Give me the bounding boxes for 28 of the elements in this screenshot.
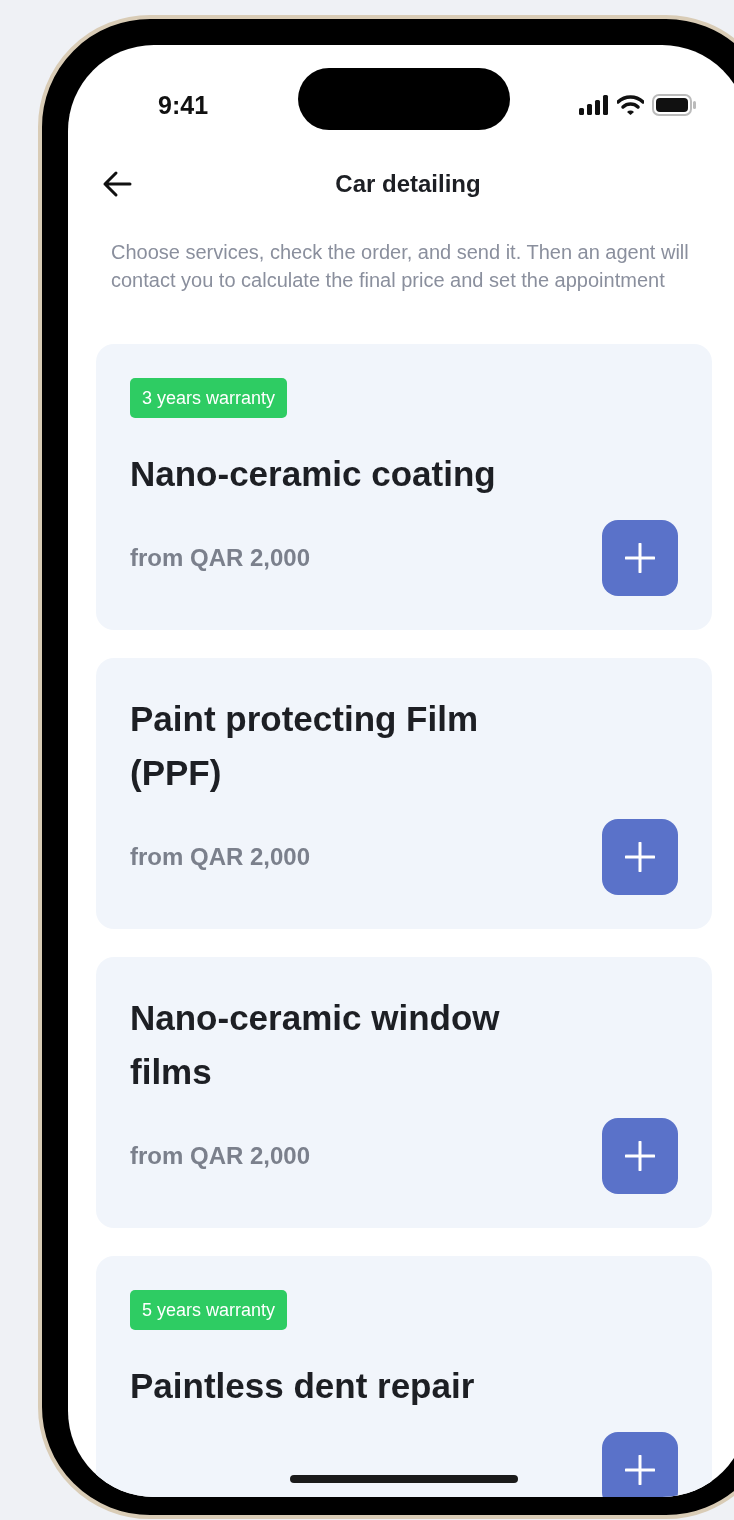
service-title: Paint protecting Film (PPF) xyxy=(130,698,480,794)
service-price: from QAR 2,000 xyxy=(130,544,311,572)
service-title: Nano-ceramic coating xyxy=(130,453,497,495)
plus-icon xyxy=(625,1141,655,1171)
add-button[interactable] xyxy=(602,520,678,596)
status-time: 9:41 xyxy=(158,90,209,120)
service-card[interactable]: 3 years warranty Nano-ceramic coating from QAR 2,000 xyxy=(96,344,712,630)
back-arrow-icon[interactable] xyxy=(102,170,132,198)
warranty-badge: 3 years warranty xyxy=(130,378,288,418)
wifi-icon xyxy=(617,95,644,115)
service-card[interactable]: Paint protecting Film (PPF) from QAR 2,000 xyxy=(96,658,712,929)
warranty-badge: 5 years warranty xyxy=(130,1290,288,1330)
add-button[interactable] xyxy=(602,1118,678,1194)
service-title: Paintless dent repair xyxy=(130,1365,476,1407)
service-card[interactable]: Nano-ceramic window films from QAR 2,000 xyxy=(96,957,712,1228)
intro-text: Choose services, check the order, and send it. Then an agent will contact you to calculate the final price and set the appointment xyxy=(111,240,690,293)
service-title: Nano-ceramic window films xyxy=(130,997,501,1093)
battery-icon xyxy=(652,94,696,116)
service-price: from QAR 2,000 xyxy=(130,843,311,871)
plus-icon xyxy=(625,543,655,573)
service-price: from QAR 2,000 xyxy=(130,1142,311,1170)
plus-icon xyxy=(625,842,655,872)
add-button[interactable] xyxy=(602,1432,678,1497)
service-card[interactable]: 5 years warranty Paintless dent repair xyxy=(96,1256,712,1497)
add-button[interactable] xyxy=(602,819,678,895)
signal-icon xyxy=(579,95,609,115)
plus-icon xyxy=(625,1455,655,1485)
screen-title: Car detailing xyxy=(335,170,481,198)
